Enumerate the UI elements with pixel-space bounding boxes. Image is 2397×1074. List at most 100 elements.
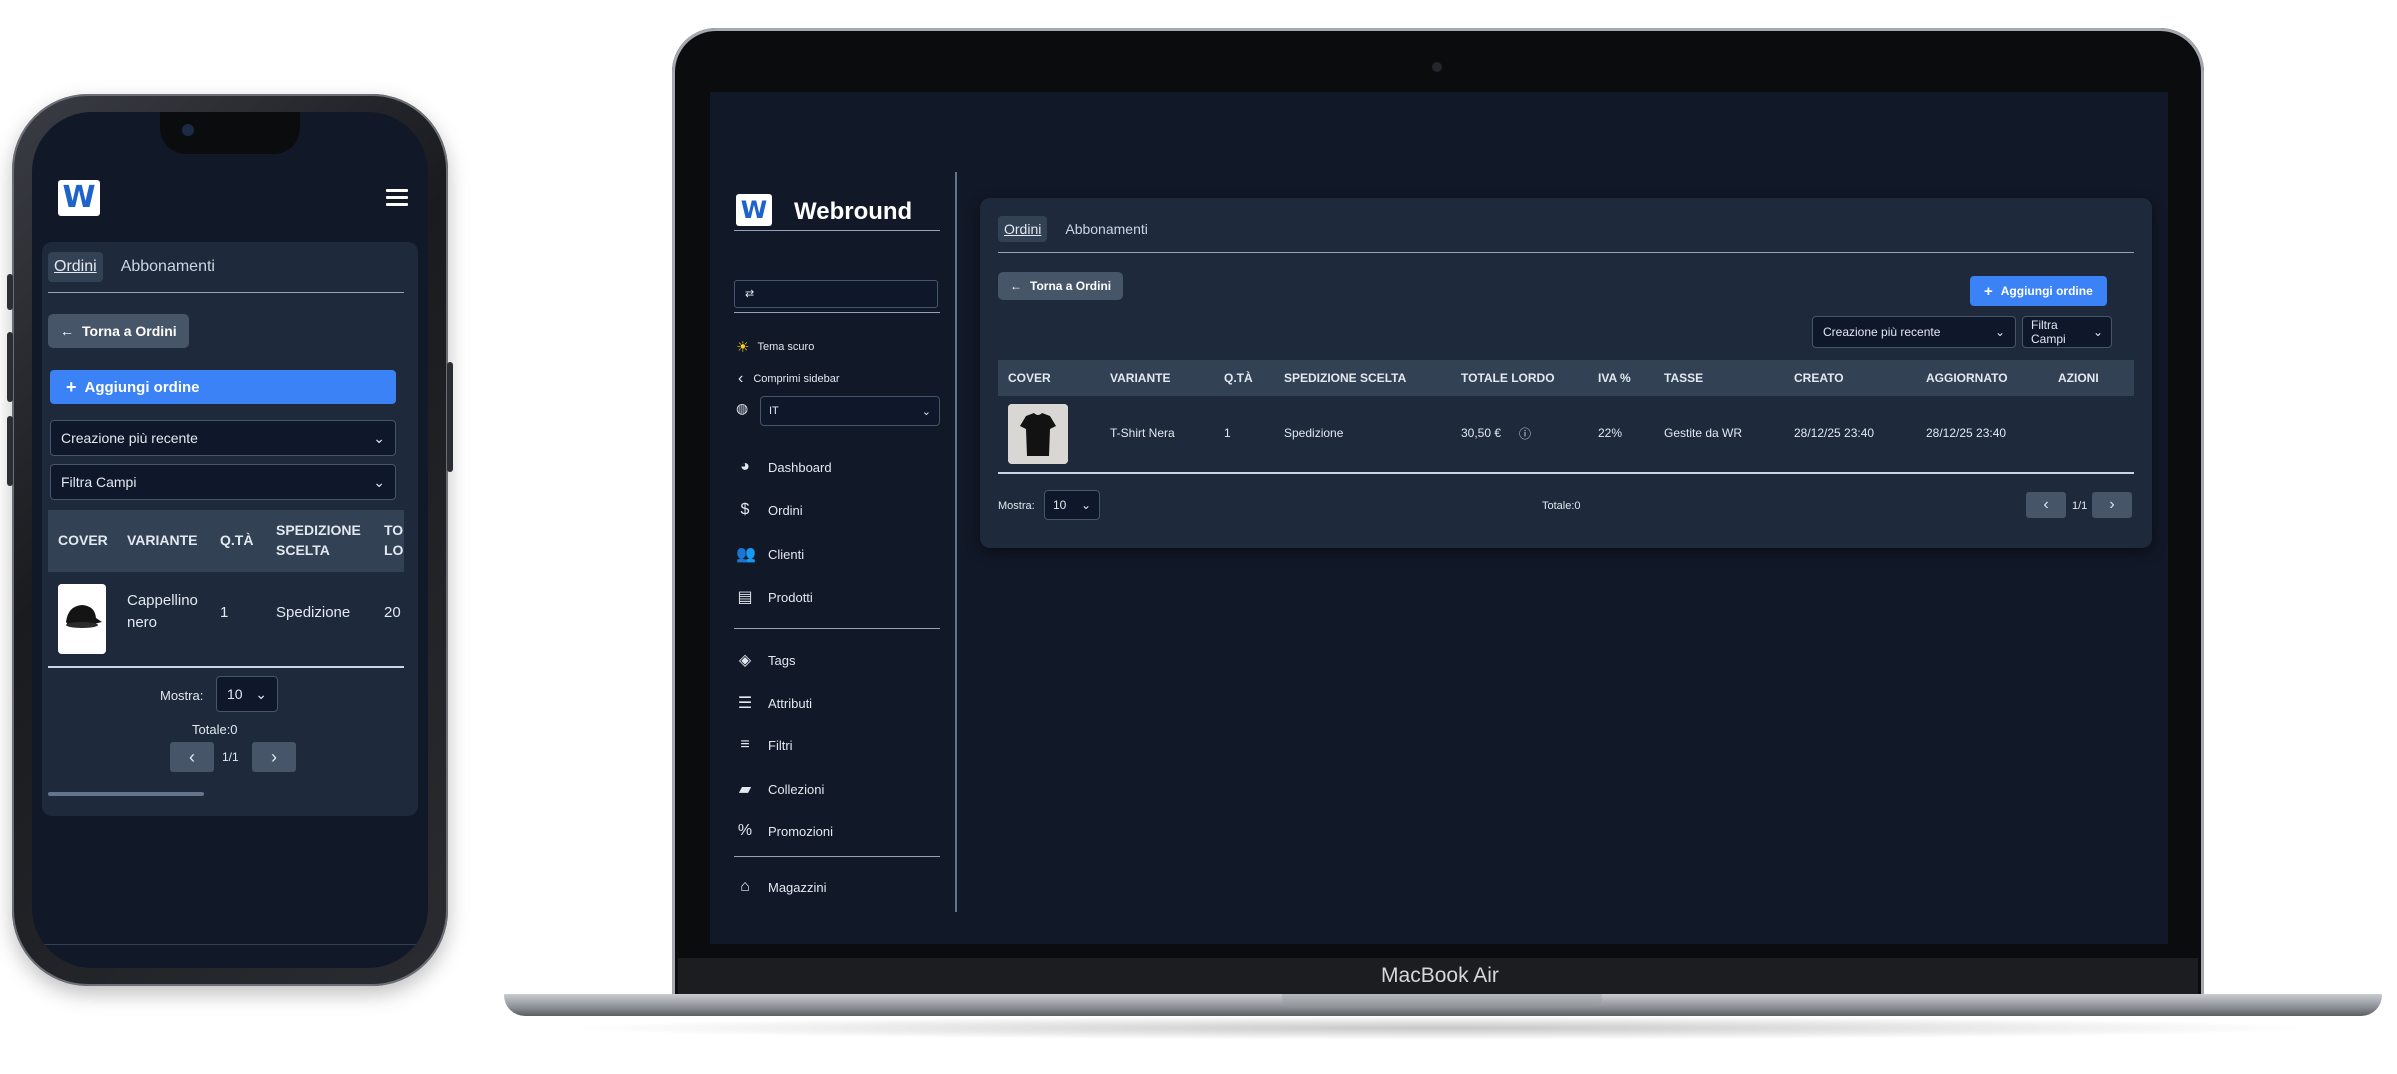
sidebar-item-filtri[interactable]: ≡ Filtri (736, 736, 793, 754)
tab-ordini[interactable]: Ordini (998, 216, 1048, 242)
sidebar-item-label: Ordini (768, 502, 803, 518)
orders-card: Ordini Abbonamenti ← Torna a Ordini + Ag… (42, 242, 418, 816)
prev-page-button[interactable]: ‹ (170, 742, 214, 772)
tab-ordini[interactable]: Ordini (48, 252, 103, 282)
dollar-icon: $ (740, 501, 750, 518)
globe-icon: ◍ (736, 400, 749, 416)
sidebar-divider (734, 628, 940, 629)
phone-power-button (447, 362, 453, 472)
variant-cell: T-Shirt Nera (1110, 426, 1175, 440)
back-button-label: Torna a Ordini (1030, 279, 1112, 293)
chevron-down-icon: ⌄ (373, 429, 385, 446)
sidebar-item-label: Promozioni (768, 823, 834, 839)
warehouse-icon: ⌂ (740, 878, 750, 895)
back-to-orders-button[interactable]: ← Torna a Ordini (998, 272, 1124, 300)
language-select[interactable]: IT ⌄ (760, 396, 940, 426)
laptop-camera (1432, 62, 1442, 72)
collapse-sidebar-button[interactable]: ‹ Comprimi sidebar (738, 370, 840, 388)
swap-icon: ⇄ (745, 288, 755, 300)
tab-divider (998, 252, 2134, 253)
chevron-down-icon: ⌄ (373, 473, 385, 490)
sidebar-item-ordini[interactable]: $ Ordini (736, 501, 803, 519)
shipping-cell: Spedizione (276, 604, 351, 621)
per-page-select[interactable]: 10 ⌄ (216, 676, 278, 712)
fields-select-value: Filtra Campi (2031, 318, 2066, 346)
phone-mute-switch (7, 274, 13, 310)
fields-filter-select[interactable]: Filtra Campi ⌄ (50, 464, 396, 500)
phone-volume-down (7, 416, 13, 486)
add-order-button[interactable]: + Aggiungi ordine (50, 370, 396, 404)
pie-chart-icon: ◕ (740, 458, 750, 475)
theme-toggle[interactable]: ☀ Tema scuro (736, 338, 814, 356)
laptop-screen: W Webround ⇄ ☀ Tema scuro ‹ Comprimi sid… (710, 92, 2168, 944)
add-order-button[interactable]: + Aggiungi ordine (1970, 276, 2107, 306)
product-cover-image (1008, 404, 1068, 464)
app-name: Webround (794, 198, 913, 225)
percent-icon: % (737, 822, 753, 839)
product-cover-image (58, 584, 106, 654)
col-variante: VARIANTE (127, 532, 198, 548)
folder-open-icon: ▰ (738, 781, 752, 798)
device-label: MacBook Air (1381, 964, 1499, 987)
updated-cell: 28/12/25 23:40 (1926, 426, 2007, 440)
chevron-right-icon: › (271, 746, 277, 767)
qty-cell: 1 (220, 604, 229, 621)
add-button-label: Aggiungi ordine (84, 378, 200, 396)
per-page-value: 10 (1053, 498, 1067, 512)
sidebar-item-dashboard[interactable]: ◕ Dashboard (736, 458, 831, 476)
next-page-button[interactable]: › (2092, 492, 2132, 518)
menu-icon[interactable] (386, 189, 408, 207)
created-cell: 28/12/25 23:40 (1794, 426, 1875, 440)
sort-select[interactable]: Creazione più recente ⌄ (50, 420, 396, 456)
back-button-label: Torna a Ordini (82, 323, 177, 339)
fields-filter-select[interactable]: Filtra Campi ⌄ (2022, 316, 2112, 348)
sidebar-item-label: Clienti (768, 546, 805, 562)
per-page-value: 10 (227, 686, 243, 702)
app-logo[interactable]: W (58, 180, 100, 216)
total-label: Totale:0 (192, 722, 238, 737)
col-azioni: AZIONI (2058, 371, 2099, 385)
table-row[interactable]: T-Shirt Nera 1 Spedizione 30,50 € ⓘ 22% … (998, 396, 2134, 470)
tab-abbonamenti[interactable]: Abbonamenti (1059, 216, 1154, 242)
chevron-left-icon: ‹ (738, 370, 744, 387)
col-tasse: TASSE (1664, 371, 1704, 385)
col-spedizione: SPEDIZIONE (276, 522, 361, 538)
table-row[interactable]: Cappellino nero 1 Spedizione 20 (48, 572, 404, 664)
per-page-select[interactable]: 10 ⌄ (1044, 490, 1100, 520)
logo-letter: W (62, 180, 96, 215)
sidebar-item-magazzini[interactable]: ⌂ Magazzini (736, 878, 826, 896)
sidebar-item-prodotti[interactable]: ▤ Prodotti (736, 587, 813, 607)
workspace-switcher[interactable]: ⇄ (734, 280, 938, 308)
prev-page-button[interactable]: ‹ (2026, 492, 2066, 518)
chevron-right-icon: › (2109, 496, 2115, 513)
sidebar-item-label: Filtri (768, 737, 793, 753)
app-logo[interactable]: W (736, 194, 772, 226)
vat-cell: 22% (1598, 426, 1623, 440)
logo-letter: W (740, 196, 768, 224)
sidebar-item-tags[interactable]: ◈ Tags (736, 650, 796, 670)
info-icon[interactable]: ⓘ (1519, 425, 1531, 442)
sidebar-item-attributi[interactable]: ☰ Attributi (736, 693, 812, 713)
sort-select[interactable]: Creazione più recente ⌄ (1812, 316, 2016, 348)
col-creato: CREATO (1794, 371, 1844, 385)
sidebar-item-collezioni[interactable]: ▰ Collezioni (736, 779, 825, 799)
front-camera (182, 124, 194, 136)
col-qta: Q.TÀ (220, 532, 254, 548)
col-cover: COVER (1008, 371, 1051, 385)
sidebar-item-label: Prodotti (768, 589, 813, 605)
add-button-label: Aggiungi ordine (2000, 284, 2093, 298)
phone-notch (160, 112, 300, 154)
sidebar-item-clienti[interactable]: 👥 Clienti (736, 544, 804, 564)
next-page-button[interactable]: › (252, 742, 296, 772)
sidebar-divider (734, 856, 940, 857)
sidebar-item-promozioni[interactable]: % Promozioni (736, 822, 833, 840)
total-cell-partial: 20 (384, 604, 401, 621)
arrow-left-icon: ← (60, 323, 74, 339)
horizontal-scrollbar[interactable] (48, 792, 204, 796)
tab-abbonamenti[interactable]: Abbonamenti (115, 252, 221, 282)
back-to-orders-button[interactable]: ← Torna a Ordini (48, 314, 189, 348)
variant-line1: Cappellino (127, 592, 198, 609)
total-label: Totale:0 (1542, 500, 1581, 512)
orders-card: Ordini Abbonamenti ← Torna a Ordini + Ag… (980, 198, 2152, 548)
phone-screen: W Ordini Abbonamenti ← Torna a Ordini + … (32, 112, 428, 968)
